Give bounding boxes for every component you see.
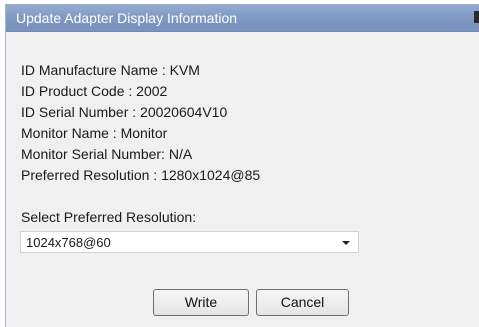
monitor-serial-text: Monitor Serial Number: N/A	[21, 146, 193, 162]
resolution-select[interactable]: 1024x768@60	[20, 231, 359, 253]
preferred-resolution-text: Preferred Resolution : 1280x1024@85	[21, 167, 261, 183]
close-icon[interactable]	[474, 11, 479, 23]
chevron-down-icon[interactable]	[342, 241, 350, 245]
monitor-name-text: Monitor Name : Monitor	[21, 125, 168, 141]
update-adapter-dialog: Update Adapter Display Information ID Ma…	[5, 4, 479, 327]
display-info-panel: ID Manufacture Name : KVM ID Product Cod…	[21, 60, 260, 186]
cancel-button[interactable]: Cancel	[256, 289, 349, 316]
resolution-select-value: 1024x768@60	[26, 235, 111, 250]
serial-number-text: ID Serial Number : 20020604V10	[21, 104, 228, 120]
manufacture-name-text: ID Manufacture Name : KVM	[21, 62, 200, 78]
dialog-title: Update Adapter Display Information	[16, 10, 238, 26]
product-code-text: ID Product Code : 2002	[21, 83, 168, 99]
resolution-select-label: Select Preferred Resolution:	[21, 209, 197, 225]
write-button[interactable]: Write	[153, 289, 249, 316]
title-bar[interactable]: Update Adapter Display Information	[6, 4, 479, 32]
